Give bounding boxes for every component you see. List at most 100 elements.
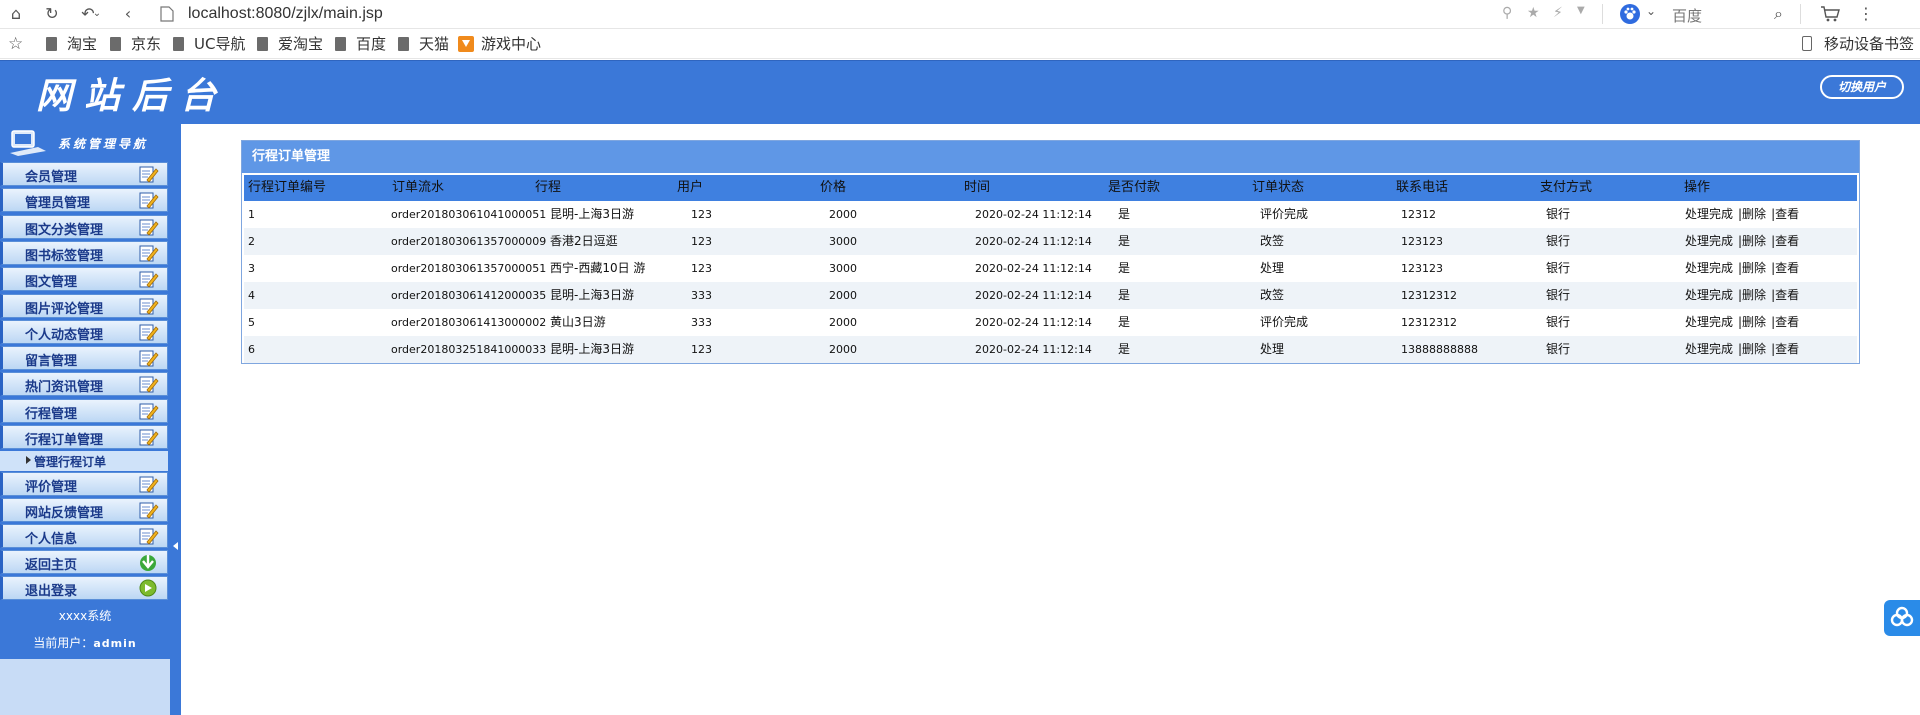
table-cell: 13888888888: [1401, 343, 1478, 356]
cloud-float-button[interactable]: [1884, 600, 1920, 636]
sidebar-item[interactable]: 图片评论管理: [0, 293, 168, 318]
browser-toolbar: ⌂ ↻ ↶ ⌄ ‹ localhost:8080/zjlx/main.jsp ⚲…: [0, 0, 1920, 29]
process-done-link[interactable]: 处理完成: [1685, 261, 1733, 275]
process-done-link[interactable]: 处理完成: [1685, 207, 1733, 221]
row-actions: 处理完成 |删除 |查看: [1685, 309, 1799, 336]
view-link[interactable]: |查看: [1771, 288, 1799, 302]
search-engine-dropdown-icon[interactable]: ⌄: [1646, 4, 1656, 18]
sidebar-item[interactable]: 个人动态管理: [0, 319, 168, 344]
table-cell: order201803061412000035: [391, 289, 547, 302]
mobile-bookmarks[interactable]: 移动设备书签: [1801, 34, 1914, 54]
delete-link[interactable]: |删除: [1738, 207, 1766, 221]
sidebar-item[interactable]: 网站反馈管理: [0, 498, 168, 522]
table-cell: 12312: [1401, 208, 1436, 221]
table-cell: 是: [1118, 261, 1131, 275]
table-cell: 银行: [1546, 342, 1571, 356]
bookmark-uc[interactable]: UC导航: [173, 34, 245, 54]
sidebar-item[interactable]: 行程订单管理: [0, 425, 168, 449]
view-link[interactable]: |查看: [1771, 261, 1799, 275]
bookmark-aitaobao[interactable]: 爱淘宝: [257, 34, 323, 54]
phone-icon: [1801, 36, 1812, 51]
bookmark-baidu[interactable]: 百度: [335, 34, 386, 54]
edit-icon: [139, 403, 159, 420]
bookmark-taobao[interactable]: 淘宝: [46, 34, 97, 54]
bookmark-games[interactable]: 游戏中心: [458, 34, 541, 54]
view-link[interactable]: |查看: [1771, 342, 1799, 356]
edit-icon: [139, 350, 159, 367]
sidebar-item[interactable]: 个人信息: [0, 524, 168, 548]
view-link[interactable]: |查看: [1771, 234, 1799, 248]
table-cell: 昆明-上海3日游: [550, 207, 634, 221]
refresh-icon[interactable]: ↻: [42, 4, 62, 24]
edit-icon: [139, 429, 159, 446]
undo-dropdown-icon[interactable]: ⌄: [92, 4, 102, 24]
sub-item-manage-orders[interactable]: 管理行程订单: [0, 451, 168, 471]
row-actions: 处理完成 |删除 |查看: [1685, 201, 1799, 228]
star-icon[interactable]: ★: [1527, 5, 1540, 21]
sidebar-item-label: 行程管理: [25, 406, 78, 422]
search-box[interactable]: ⌄ 百度 ⌕: [1616, 2, 1796, 26]
process-done-link[interactable]: 处理完成: [1685, 342, 1733, 356]
address-bar[interactable]: localhost:8080/zjlx/main.jsp: [160, 2, 1530, 26]
table-cell: 昆明-上海3日游: [550, 342, 634, 356]
process-done-link[interactable]: 处理完成: [1685, 234, 1733, 248]
column-header: 价格: [820, 180, 847, 195]
sidebar-item[interactable]: 评价管理: [0, 472, 168, 496]
logout-icon: [139, 579, 157, 597]
sidebar-item-label: 个人信息: [25, 532, 78, 547]
sidebar-item[interactable]: 图文管理: [0, 267, 168, 292]
delete-link[interactable]: |删除: [1738, 234, 1766, 248]
table-cell: 123: [691, 235, 712, 248]
sidebar-header: 系统管理导航: [0, 124, 170, 161]
back-icon[interactable]: ‹: [118, 4, 138, 24]
sidebar-item[interactable]: 退出登录: [0, 576, 168, 600]
sidebar-item[interactable]: 留言管理: [0, 346, 168, 371]
home-icon[interactable]: ⌂: [6, 4, 26, 24]
table-cell: 2020-02-24 11:12:14: [975, 289, 1092, 302]
bookmark-jd[interactable]: 京东: [110, 34, 161, 54]
more-menu-icon[interactable]: ⋮: [1856, 4, 1876, 24]
table-cell: 银行: [1546, 234, 1571, 248]
site-header: 网站后台 切换用户: [0, 60, 1920, 124]
delete-link[interactable]: |删除: [1738, 261, 1766, 275]
sidebar-item[interactable]: 返回主页: [0, 550, 168, 574]
sidebar-item[interactable]: 图书标签管理: [0, 240, 168, 265]
sidebar-item-label: 行程订单管理: [25, 433, 104, 448]
sidebar-item[interactable]: 会员管理: [0, 162, 168, 186]
dropdown-icon[interactable]: ▼: [1577, 5, 1585, 16]
table-cell: 2: [248, 235, 255, 248]
table-cell: 3: [248, 262, 255, 275]
sidebar-item-label: 管理员管理: [25, 196, 91, 212]
table-cell: 2000: [829, 289, 857, 302]
table-cell: 银行: [1546, 288, 1571, 302]
sidebar-item[interactable]: 图文分类管理: [0, 214, 168, 239]
sidebar-item[interactable]: 行程管理: [0, 398, 168, 423]
bookmark-tmall[interactable]: 天猫: [398, 34, 449, 54]
process-done-link[interactable]: 处理完成: [1685, 288, 1733, 302]
process-done-link[interactable]: 处理完成: [1685, 315, 1733, 329]
pin-icon[interactable]: ⚲: [1502, 5, 1512, 21]
sidebar-item-label: 个人动态管理: [25, 327, 104, 343]
delete-link[interactable]: |删除: [1738, 342, 1766, 356]
column-header: 联系电话: [1396, 180, 1449, 195]
switch-user-button[interactable]: 切换用户: [1820, 75, 1904, 99]
game-center-icon: [458, 36, 474, 52]
url-text[interactable]: localhost:8080/zjlx/main.jsp: [188, 5, 383, 23]
table-row: 6 order201803251841000033 昆明-上海3日游 123 2000 2…: [244, 336, 1857, 363]
collapse-arrow-icon[interactable]: [173, 542, 178, 550]
bookmarks-bar: ☆ 淘宝 京东 UC导航 爱淘宝 百度 天猫 游戏中心 移动设备书签: [0, 30, 1920, 59]
current-user: 当前用户：admin: [0, 634, 170, 651]
sidebar-item[interactable]: 热门资讯管理: [0, 372, 168, 397]
bookmark-star-icon[interactable]: ☆: [8, 34, 23, 54]
delete-link[interactable]: |删除: [1738, 315, 1766, 329]
cart-icon[interactable]: [1820, 5, 1840, 23]
view-link[interactable]: |查看: [1771, 207, 1799, 221]
sidebar-item[interactable]: 管理员管理: [0, 188, 168, 213]
search-icon[interactable]: ⌕: [1774, 4, 1783, 24]
table-cell: 333: [691, 289, 712, 302]
sidebar-collapse-bar[interactable]: [170, 124, 181, 715]
view-link[interactable]: |查看: [1771, 315, 1799, 329]
search-input[interactable]: 百度: [1672, 5, 1702, 26]
lightning-icon[interactable]: ⚡: [1553, 5, 1563, 21]
delete-link[interactable]: |删除: [1738, 288, 1766, 302]
